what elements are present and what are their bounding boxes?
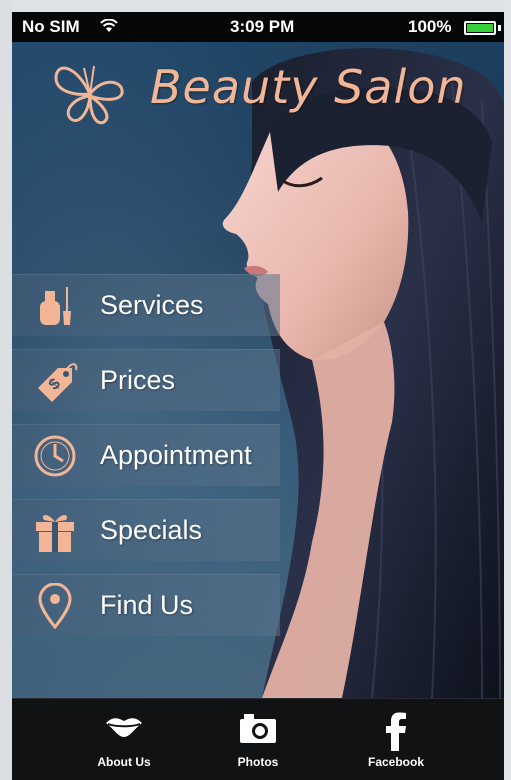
clock-icon	[34, 435, 76, 477]
carrier-label: No SIM	[22, 17, 80, 36]
tab-facebook[interactable]: Facebook	[314, 699, 478, 780]
menu-item-find-us[interactable]: Find Us	[12, 574, 280, 636]
bottom-tab-bar: About Us Photos Facebook	[12, 698, 504, 780]
menu-item-services[interactable]: Services	[12, 274, 280, 336]
camera-icon	[240, 714, 276, 743]
menu-label-specials: Specials	[100, 515, 203, 545]
battery-icon	[464, 21, 496, 35]
gift-icon	[36, 515, 74, 552]
butterfly-icon	[54, 65, 124, 125]
screenshot-border-top	[0, 0, 511, 12]
wifi-icon	[100, 19, 118, 32]
clock-label: 3:09 PM	[230, 17, 295, 36]
price-tag-icon: $	[38, 363, 78, 402]
status-bar: No SIM 3:09 PM 100%	[12, 12, 504, 42]
nail-polish-icon	[40, 287, 71, 325]
main-menu: Services $ Prices Appointment Specials F…	[12, 274, 504, 649]
lips-icon	[106, 718, 142, 737]
menu-item-prices[interactable]: $ Prices	[12, 349, 280, 411]
map-pin-icon	[38, 583, 72, 629]
menu-label-prices: Prices	[100, 365, 176, 395]
tab-label-facebook: Facebook	[367, 755, 424, 769]
battery-cap	[498, 25, 501, 31]
menu-label-find-us: Find Us	[100, 590, 194, 620]
battery-percent: 100%	[408, 17, 452, 36]
app-title: Beauty Salon	[150, 60, 467, 114]
screenshot-border-right	[504, 0, 511, 780]
menu-label-appointment: Appointment	[100, 440, 252, 470]
menu-label-services: Services	[100, 290, 204, 320]
facebook-icon	[386, 712, 406, 751]
menu-item-specials[interactable]: Specials	[12, 499, 280, 561]
screenshot-border-left	[0, 0, 12, 780]
phone-screen: No SIM 3:09 PM 100% Beauty Salon Service…	[12, 12, 504, 780]
menu-item-appointment[interactable]: Appointment	[12, 424, 280, 486]
battery-level	[467, 24, 493, 32]
